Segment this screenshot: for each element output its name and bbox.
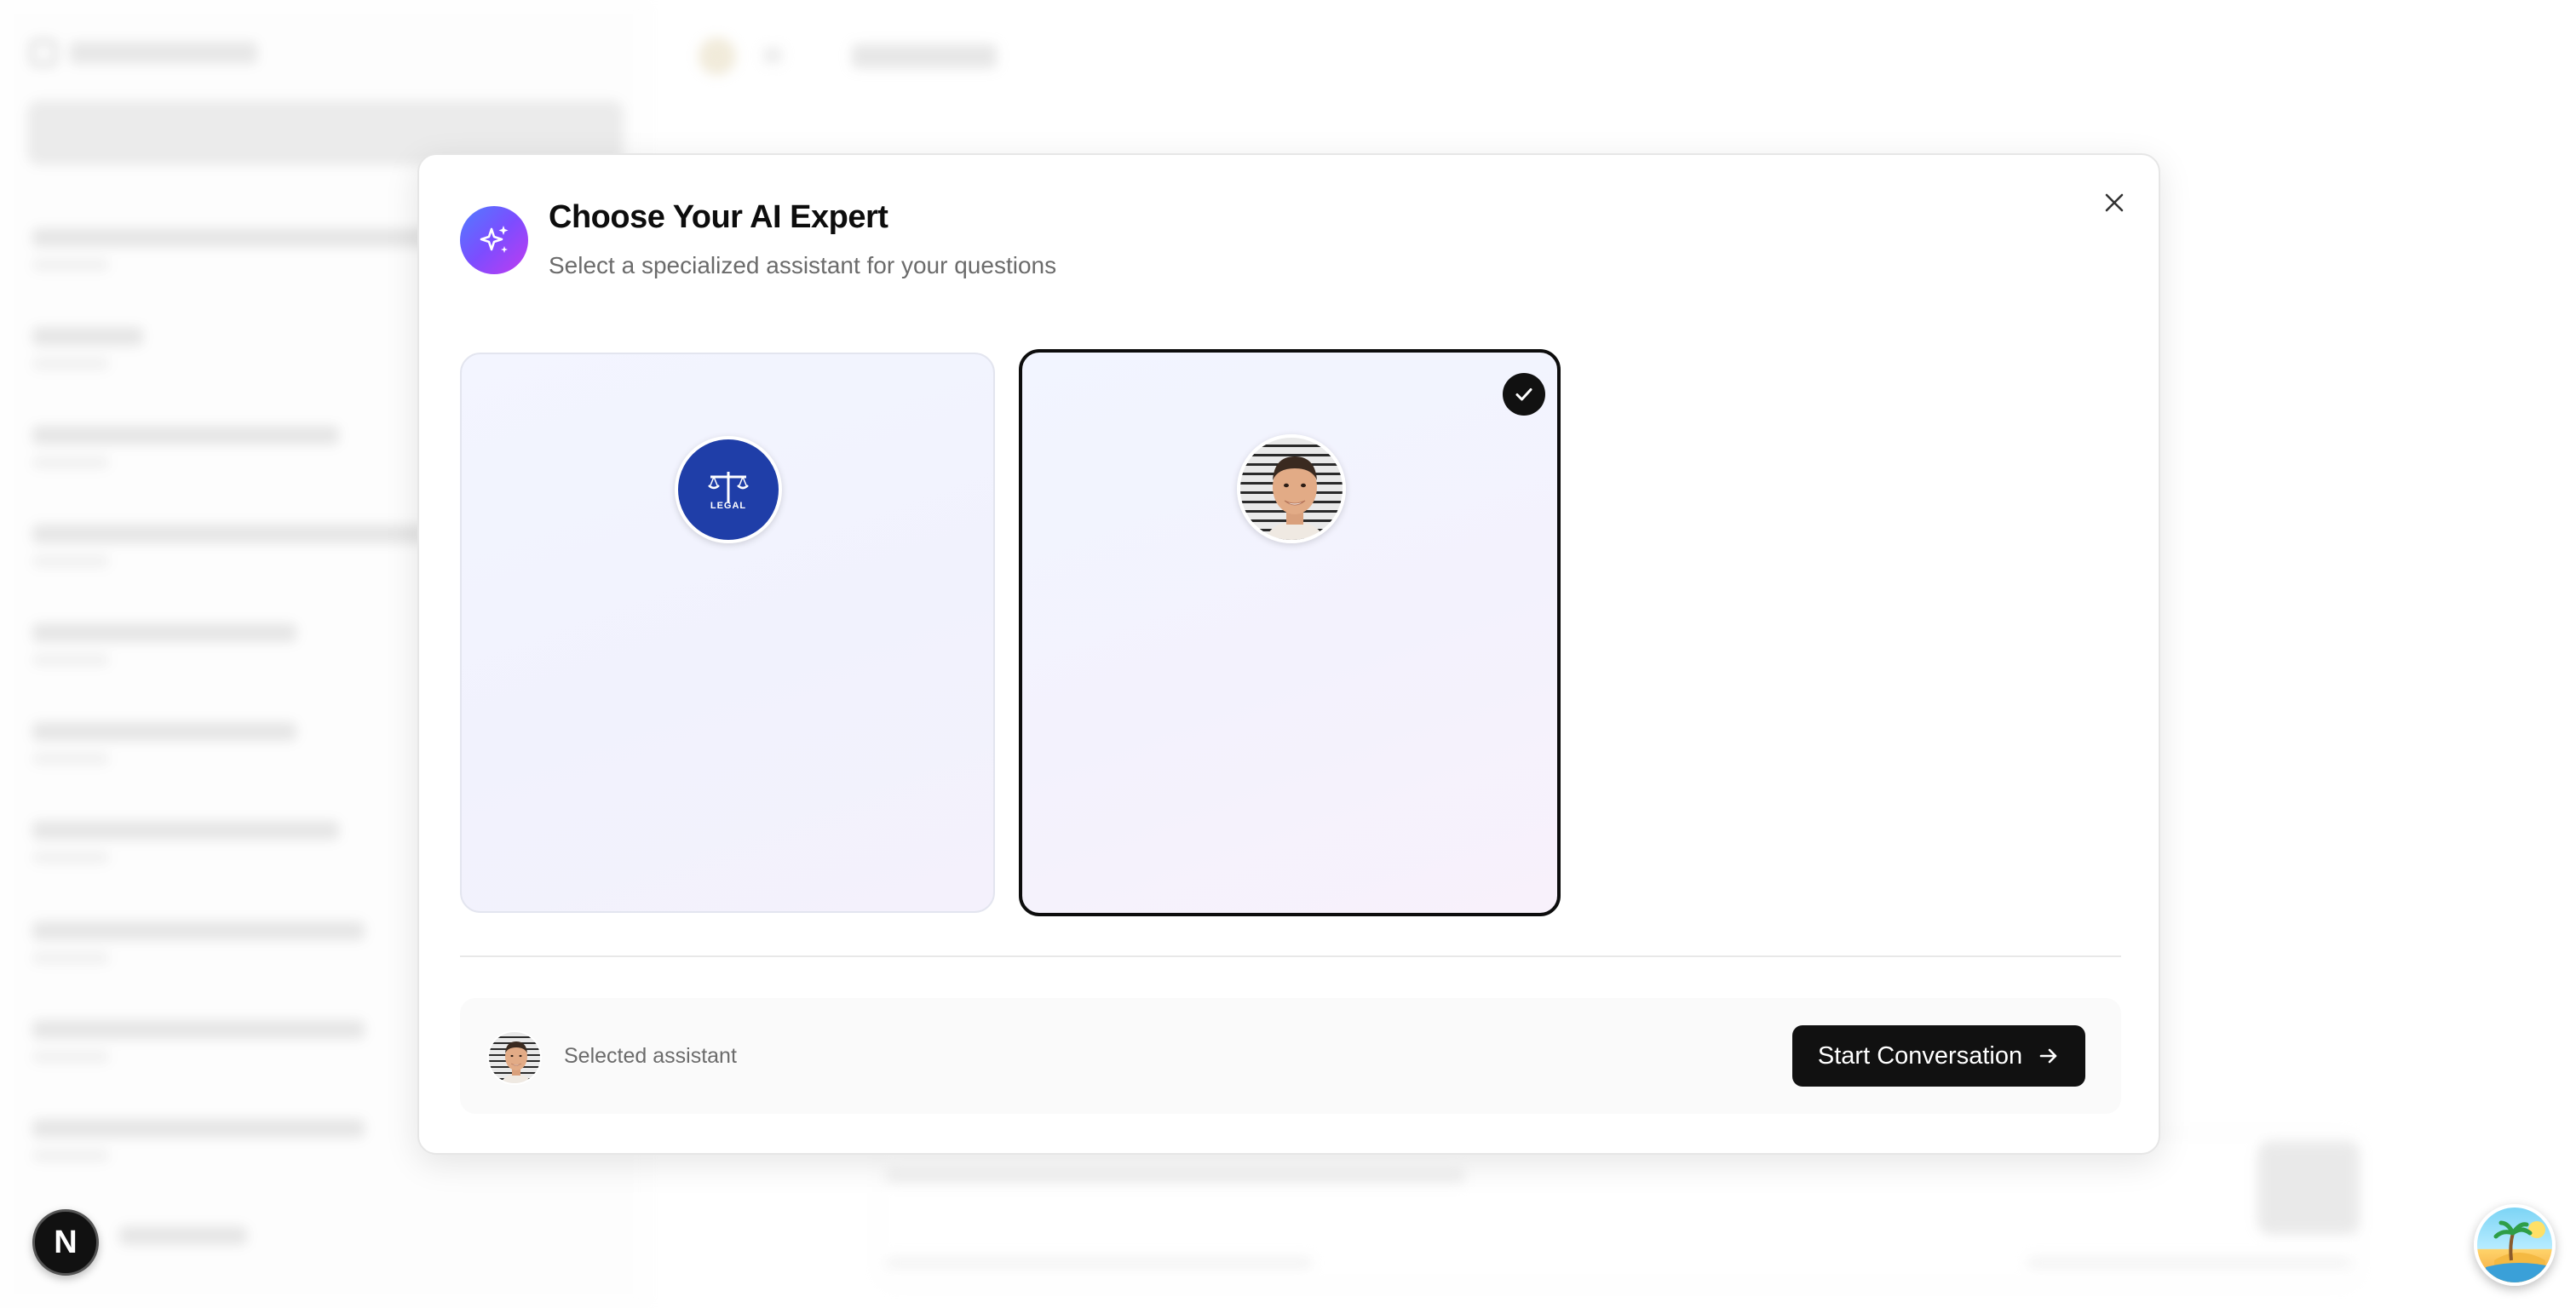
check-icon [1515, 388, 1532, 401]
next-logo-badge[interactable]: N [32, 1209, 99, 1276]
selected-check-badge [1503, 373, 1545, 416]
person-photo [1265, 456, 1325, 540]
person-photo [501, 1041, 532, 1083]
assistant-card-person[interactable] [1019, 349, 1561, 916]
modal-divider [460, 955, 2121, 957]
selected-assistant-avatar [487, 1030, 542, 1085]
arrow-right-icon [2038, 1045, 2060, 1067]
close-button[interactable] [2092, 181, 2136, 225]
header-badge [460, 206, 528, 274]
start-conversation-button[interactable]: Start Conversation [1792, 1025, 2085, 1087]
island-avatar-badge[interactable] [2474, 1204, 2556, 1286]
close-icon [2105, 193, 2124, 212]
selection-footer: Selected assistant Start Conversation [460, 998, 2121, 1114]
choose-expert-modal: Choose Your AI Expert Select a specializ… [417, 153, 2160, 1155]
modal-subtitle: Select a specialized assistant for your … [549, 252, 1057, 278]
selected-assistant-label: Selected assistant [564, 1044, 737, 1068]
legal-avatar: LEGAL [675, 436, 782, 543]
start-conversation-label: Start Conversation [1817, 1041, 2023, 1070]
person-avatar [1237, 434, 1346, 543]
modal-title: Choose Your AI Expert [549, 199, 888, 235]
next-logo-letter: N [54, 1224, 78, 1260]
sparkles-icon [480, 226, 509, 253]
legal-avatar-label: LEGAL [710, 501, 747, 511]
assistant-card-legal[interactable]: LEGAL [460, 353, 995, 913]
